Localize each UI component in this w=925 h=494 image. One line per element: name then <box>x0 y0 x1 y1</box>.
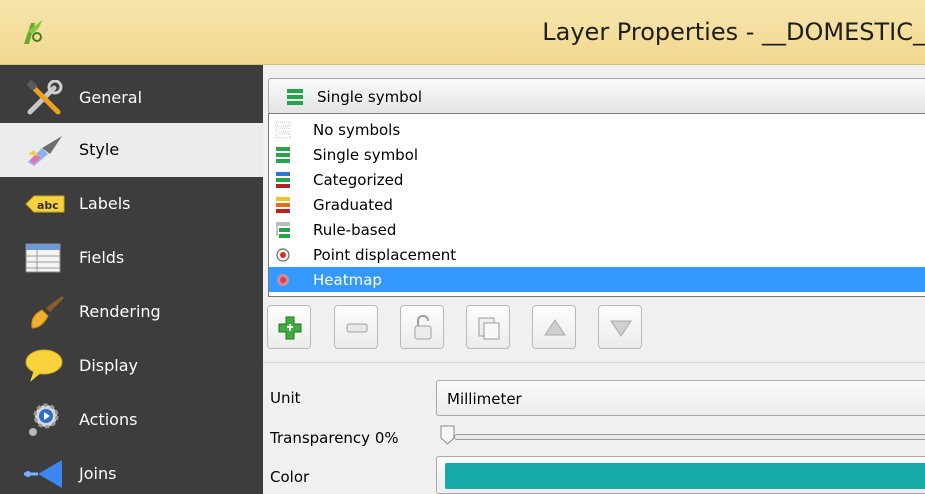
heatmap-icon <box>277 274 289 286</box>
speech-bubble-icon <box>25 349 63 382</box>
add-symbol-layer-button[interactable] <box>267 305 311 349</box>
option-label: Rule-based <box>313 221 397 239</box>
option-label: Point displacement <box>313 246 457 264</box>
sidebar-item-label: Rendering <box>79 302 161 321</box>
duplicate-icon <box>478 317 500 340</box>
color-label: Color <box>270 468 310 486</box>
title-bar: Layer Properties - __DOMESTIC_ <box>0 0 925 65</box>
sidebar-item-label: Actions <box>79 410 138 429</box>
renderer-dropdown-list: No symbols Single symbol Categorized Gra… <box>268 113 925 297</box>
option-label: Heatmap <box>313 271 382 289</box>
join-arrow-icon <box>24 460 62 488</box>
option-label: No symbols <box>313 121 401 139</box>
sidebar-item-label: Joins <box>79 464 117 483</box>
lock-icon <box>414 314 432 340</box>
renderer-selected-value: Single symbol <box>317 88 423 106</box>
sidebar-item-rendering[interactable]: Rendering <box>0 285 263 339</box>
sidebar-item-style[interactable]: Style <box>0 123 263 177</box>
sidebar-item-actions[interactable]: Actions <box>0 393 263 447</box>
single-symbol-icon <box>276 147 290 163</box>
move-down-button[interactable] <box>598 305 642 349</box>
sidebar-item-label: General <box>79 88 143 107</box>
sidebar-item-label: Fields <box>79 248 125 267</box>
tools-icon <box>26 80 63 115</box>
qgis-app-icon <box>24 20 42 44</box>
renderer-option-no-symbols[interactable]: No symbols <box>269 117 925 142</box>
unit-label: Unit <box>270 389 301 407</box>
unit-combo[interactable]: Millimeter <box>436 380 925 416</box>
transparency-slider-track[interactable] <box>454 434 925 440</box>
transparency-label: Transparency 0% <box>270 429 399 447</box>
sidebar: General Style abc Labels Fields Renderin… <box>0 65 263 494</box>
brush-icon <box>31 296 64 329</box>
panel-divider <box>263 362 925 363</box>
sidebar-item-fields[interactable]: Fields <box>0 231 263 285</box>
color-picker-button[interactable] <box>436 456 925 494</box>
move-up-button[interactable] <box>532 305 576 349</box>
point-displacement-icon <box>276 248 290 262</box>
renderer-option-point-displacement[interactable]: Point displacement <box>269 242 925 267</box>
table-icon <box>25 243 61 273</box>
remove-symbol-layer-button[interactable] <box>334 305 378 349</box>
renderer-option-heatmap[interactable]: Heatmap <box>269 267 925 292</box>
paintbrush-icon <box>28 136 62 166</box>
minus-icon <box>346 323 368 333</box>
renderer-option-graduated[interactable]: Graduated <box>269 192 925 217</box>
renderer-option-categorized[interactable]: Categorized <box>269 167 925 192</box>
sidebar-item-display[interactable]: Display <box>0 339 263 393</box>
svg-text:abc: abc <box>37 199 59 212</box>
renderer-option-single-symbol[interactable]: Single symbol <box>269 142 925 167</box>
duplicate-layer-button[interactable] <box>466 305 510 349</box>
abc-label-icon: abc <box>25 195 65 213</box>
renderer-option-rule-based[interactable]: Rule-based <box>269 217 925 242</box>
sidebar-item-label: Display <box>79 356 138 375</box>
sidebar-item-joins[interactable]: Joins <box>0 447 263 494</box>
option-label: Graduated <box>313 196 393 214</box>
transparency-slider-handle[interactable] <box>440 425 455 445</box>
renderer-type-combo[interactable]: Single symbol <box>268 78 925 114</box>
arrow-down-icon <box>610 320 632 337</box>
sidebar-item-label: Style <box>79 140 120 159</box>
unit-value: Millimeter <box>447 390 522 408</box>
option-label: Single symbol <box>313 146 419 164</box>
no-symbols-icon <box>275 121 291 139</box>
rule-based-icon <box>276 222 290 238</box>
categorized-icon <box>276 172 290 188</box>
option-label: Categorized <box>313 171 404 189</box>
arrow-up-icon <box>544 319 566 336</box>
gear-icon <box>29 403 59 436</box>
graduated-icon <box>276 197 290 213</box>
plus-icon <box>278 316 302 340</box>
color-swatch <box>445 463 925 489</box>
sidebar-item-general[interactable]: General <box>0 71 263 125</box>
sidebar-item-labels[interactable]: abc Labels <box>0 177 263 231</box>
single-symbol-icon <box>287 89 303 105</box>
sidebar-item-label: Labels <box>79 194 131 213</box>
lock-layer-button[interactable] <box>400 305 444 349</box>
window-title: Layer Properties - __DOMESTIC_ <box>542 18 925 46</box>
